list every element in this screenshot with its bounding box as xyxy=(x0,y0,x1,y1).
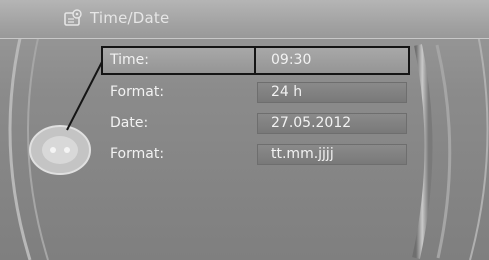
date-format-label: Format: xyxy=(110,146,165,162)
time-date-screen: Time/Date Time: 09:30 Format: 24 h Date:… xyxy=(0,0,489,260)
date-value: 27.05.2012 xyxy=(271,115,352,131)
time-format-label: Format: xyxy=(110,84,165,100)
date-format-value: tt.mm.jjjj xyxy=(271,146,334,162)
date-label: Date: xyxy=(110,115,149,131)
selection-divider xyxy=(254,46,256,75)
settings-icon xyxy=(64,9,82,26)
title-bar: Time/Date xyxy=(0,0,489,39)
time-label: Time: xyxy=(110,52,149,68)
controller-knob-icon xyxy=(29,125,91,175)
time-value: 09:30 xyxy=(271,52,312,68)
page-title: Time/Date xyxy=(90,9,170,27)
time-format-value: 24 h xyxy=(271,84,303,100)
